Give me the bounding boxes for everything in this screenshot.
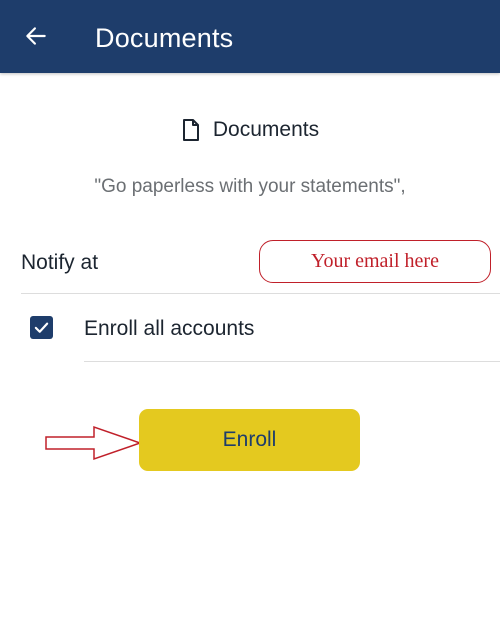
enroll-all-checkbox[interactable] [30,316,53,339]
divider [21,293,500,294]
divider [84,361,500,362]
notify-label: Notify at [21,251,99,274]
enroll-all-label: Enroll all accounts [84,317,255,340]
page-title: Documents [95,23,234,53]
back-button[interactable] [20,20,52,52]
email-field[interactable]: Your email here [259,240,491,283]
document-icon [181,118,203,142]
pointer-arrow-icon [45,425,143,461]
checkmark-icon [34,322,49,333]
enroll-button[interactable]: Enroll [139,409,360,471]
arrow-left-icon [26,27,46,45]
app-bar: Documents [0,0,500,73]
section-title: Documents [212,118,320,141]
section-subtitle: "Go paperless with your statements", [94,176,406,197]
section-header: Documents [0,116,500,144]
